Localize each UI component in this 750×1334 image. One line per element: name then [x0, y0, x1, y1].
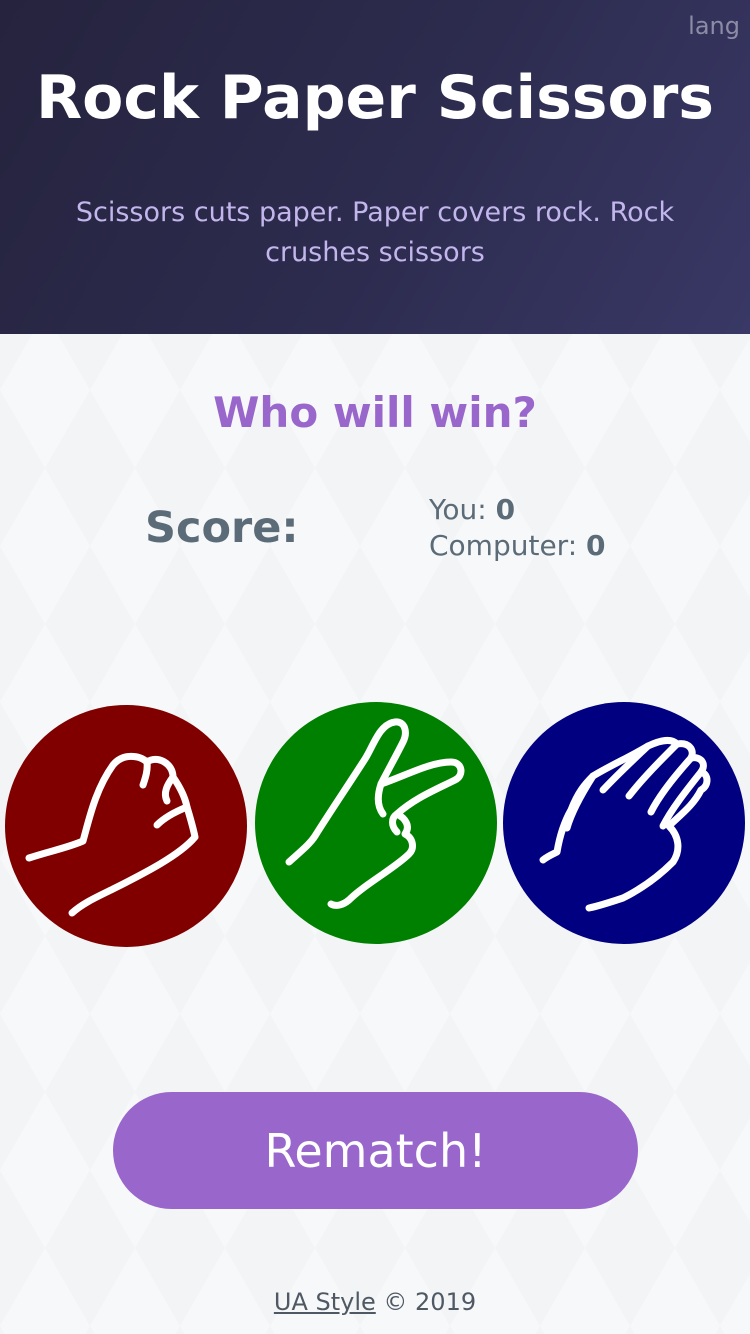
score-board: You: 0 Computer: 0 — [429, 492, 606, 564]
computer-score-value: 0 — [586, 529, 606, 562]
rock-choice-button[interactable] — [5, 705, 247, 947]
computer-score-label: Computer: — [429, 529, 578, 562]
computer-score-row: Computer: 0 — [429, 528, 606, 564]
page-title: Rock Paper Scissors — [35, 63, 715, 133]
page-header: lang Rock Paper Scissors Scissors cuts p… — [0, 0, 750, 334]
open-hand-icon — [503, 702, 745, 944]
paper-choice-button[interactable] — [503, 702, 745, 944]
page-footer: UA Style © 2019 — [0, 1286, 750, 1318]
player-score-value: 0 — [495, 493, 516, 526]
copyright-text: © 2019 — [375, 1288, 477, 1316]
player-score-label: You: — [429, 493, 487, 526]
score-label: Score: — [145, 503, 299, 553]
rules-subtitle: Scissors cuts paper. Paper covers rock. … — [75, 197, 675, 268]
victory-hand-icon — [255, 702, 497, 944]
ua-style-link[interactable]: UA Style — [274, 1288, 376, 1316]
language-switcher[interactable]: lang — [688, 12, 740, 40]
rematch-button[interactable]: Rematch! — [113, 1092, 638, 1209]
fist-icon — [5, 705, 247, 947]
scissors-choice-button[interactable] — [255, 702, 497, 944]
who-will-win-heading: Who will win? — [213, 388, 537, 437]
player-score-row: You: 0 — [429, 492, 606, 528]
